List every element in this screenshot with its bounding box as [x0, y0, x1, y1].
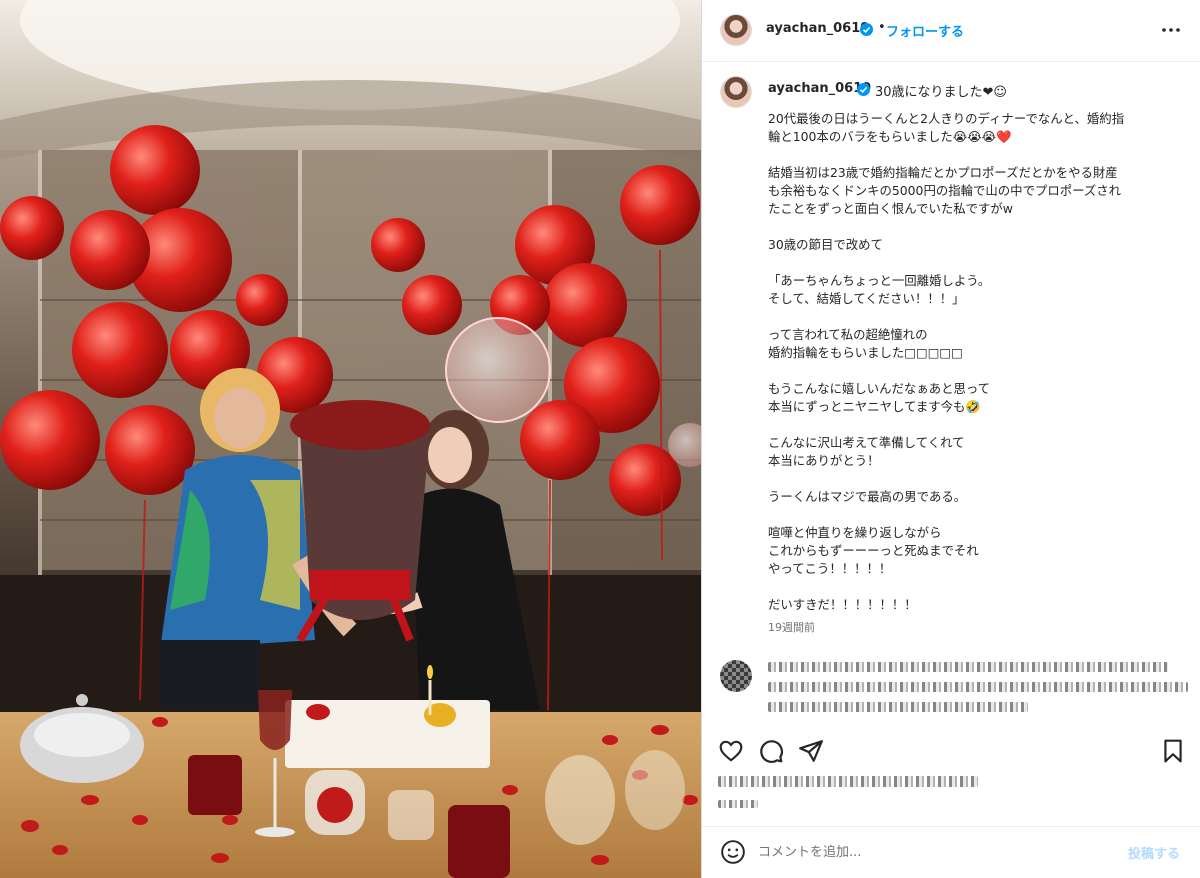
blurred-likes-text: [718, 776, 978, 787]
caption-paragraph: 「あーちゃんちょっと一回離婚しよう。 そして、結婚してください！！！」: [768, 273, 991, 306]
caption-first-line: 30歳になりました❤︎☺︎: [875, 85, 1007, 100]
caption-paragraph: 喧嘩と仲直りを繰り返しながら これからもずーーーっと死ぬまでそれ やってこう！！…: [768, 525, 979, 576]
blurred-comment-text: [768, 662, 1168, 672]
verified-badge-icon: [860, 23, 873, 36]
caption-area: ayachan_0619 30歳になりました❤︎☺︎ 20代最後の日はうーくんと…: [702, 62, 1200, 640]
caption-paragraph: だいすきだ！！！！！！！: [768, 597, 917, 612]
heart-icon[interactable]: [718, 738, 744, 764]
caption-paragraph: って言われて私の超絶憧れの 婚約指輪をもらいました□□□□□: [768, 327, 963, 360]
author-username[interactable]: ayachan_0619: [766, 21, 869, 36]
author-avatar[interactable]: [720, 14, 752, 46]
caption-username[interactable]: ayachan_0619: [768, 81, 871, 96]
post-photo[interactable]: [0, 0, 701, 878]
comment-composer: 投稿する: [702, 826, 1200, 878]
separator-dot: •: [878, 20, 886, 35]
smiley-icon[interactable]: [720, 839, 746, 865]
caption-avatar[interactable]: [720, 76, 752, 108]
speech-bubble-icon[interactable]: [758, 738, 784, 764]
caption-paragraph: うーくんはマジで最高の男である。: [768, 489, 967, 504]
caption-paragraph: 20代最後の日はうーくんと2人きりのディナーでなんと、婚約指 輪と100本のバラ…: [768, 111, 1125, 144]
bookmark-icon[interactable]: [1160, 738, 1186, 764]
post-comment-button[interactable]: 投稿する: [1128, 843, 1180, 862]
caption-body: 20代最後の日はうーくんと2人きりのディナーでなんと、婚約指 輪と100本のバラ…: [768, 110, 1188, 632]
caption-paragraph: 30歳の節目で改めて: [768, 237, 883, 252]
blurred-comment-text: [768, 682, 1188, 692]
comment-avatar[interactable]: [720, 660, 752, 692]
comment-input[interactable]: [758, 841, 1098, 863]
paper-plane-icon[interactable]: [798, 738, 824, 764]
post-side-panel: ayachan_0619 • フォローする ayachan_0619 30歳にな…: [701, 0, 1200, 878]
post-header: ayachan_0619 • フォローする: [702, 0, 1200, 62]
follow-button[interactable]: フォローする: [886, 21, 964, 40]
action-bar: [702, 732, 1200, 772]
caption-paragraph: もうこんなに嬉しいんだなぁあと思って 本当にずっとニヤニヤしてます今も🤣: [768, 381, 991, 414]
comment-item: [702, 650, 1200, 730]
photo-illustration: [0, 0, 701, 878]
caption-paragraph: こんなに沢山考えて準備してくれて 本当にありがとう！: [768, 435, 965, 468]
caption-timestamp[interactable]: 19週間前: [768, 619, 815, 635]
verified-badge-icon: [857, 83, 870, 96]
blurred-date-text: [718, 800, 758, 808]
more-options-icon[interactable]: [1157, 16, 1185, 44]
blurred-comment-text: [768, 702, 1028, 712]
caption-paragraph: 結婚当初は23歳で婚約指輪だとかプロポーズだとかをやる財産 も余裕もなくドンキの…: [768, 165, 1122, 216]
